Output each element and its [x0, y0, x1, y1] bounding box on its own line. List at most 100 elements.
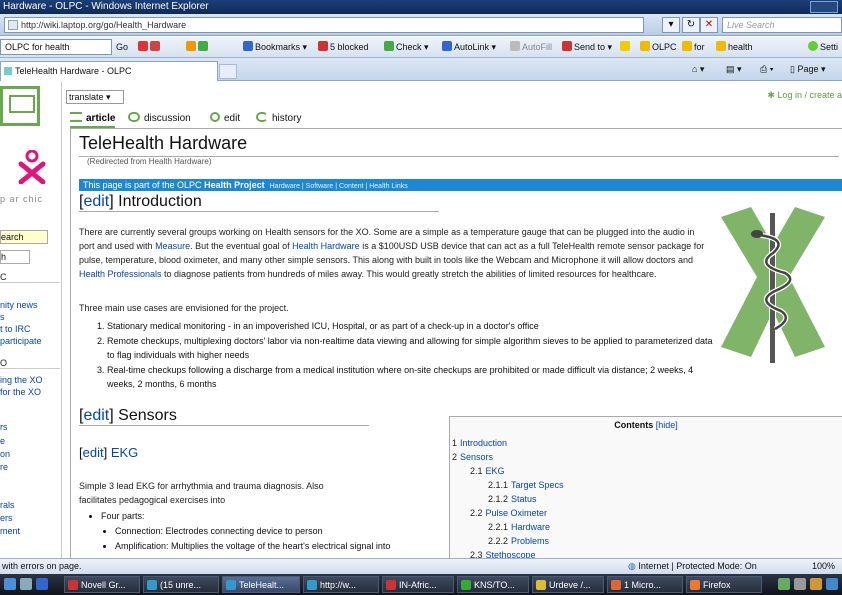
tab-edit[interactable]: edit	[210, 112, 240, 126]
show-desktop-icon[interactable]	[20, 578, 32, 590]
taskbar-button[interactable]: TeleHealt...	[222, 576, 300, 593]
star-icon	[243, 41, 253, 51]
ekg-parts-list: Four parts: Connection: Electrodes conne…	[93, 509, 413, 554]
olpc-laptop-logo[interactable]	[0, 86, 40, 126]
list-item: Stationary medical monitoring - in an im…	[107, 319, 713, 333]
live-search-input[interactable]: Live Search	[722, 17, 842, 33]
start-icon[interactable]	[4, 578, 16, 590]
popup-blocker-button[interactable]: 5 blocked	[318, 41, 369, 53]
sidebar-link[interactable]: re	[0, 462, 8, 473]
sidebar-link[interactable]: t to IRC	[0, 324, 31, 335]
check-button[interactable]: Check ▾	[384, 41, 429, 53]
toc-item-2-1-2[interactable]: 2.1.2 Status	[488, 493, 537, 505]
taskbar-button[interactable]: IN-Afric...	[382, 576, 454, 593]
sidebar-link[interactable]: participate	[0, 336, 42, 347]
toc-item-2-2[interactable]: 2.2 Pulse Oximeter	[470, 507, 547, 519]
health-hardware-link[interactable]: Health Hardware	[292, 241, 360, 251]
stop-icon[interactable]: ✕	[700, 17, 718, 33]
autofill-button[interactable]: AutoFill	[510, 41, 552, 53]
minimize-button[interactable]	[810, 1, 838, 13]
tray-app-icon[interactable]	[826, 578, 838, 590]
sidebar-link[interactable]: s	[0, 312, 5, 323]
toc-item-2-1-1[interactable]: 2.1.1 Target Specs	[488, 479, 564, 491]
toc-item-2[interactable]: 2 Sensors	[452, 451, 493, 463]
xo-logo-icon[interactable]	[18, 150, 46, 184]
taskbar-button[interactable]: Firefox	[686, 576, 762, 593]
taskbar-button[interactable]: Urdeve /...	[532, 576, 604, 593]
toc-item-2-1[interactable]: 2.1 EKG	[470, 465, 505, 477]
taskbar-button[interactable]: Novell Gr...	[64, 576, 140, 593]
sidebar-link[interactable]: for the XO	[0, 387, 41, 398]
tab-row: TeleHealth Hardware - OLPC ⌂ ▾ ▤ ▾ ⎙ ▾ ▯…	[0, 58, 842, 81]
gmail-icon[interactable]	[138, 41, 162, 53]
tab-telehealth[interactable]: TeleHealth Hardware - OLPC	[0, 61, 218, 81]
status-bar: with errors on page. ◍ Internet | Protec…	[0, 558, 842, 574]
edit-section-link[interactable]: edit	[83, 407, 109, 424]
sidebar-link[interactable]: ing the XO	[0, 375, 43, 386]
sidebar-link[interactable]: nity news	[0, 300, 38, 311]
home-icon[interactable]: ⌂ ▾	[692, 62, 704, 76]
taskbar-button[interactable]: 1 Micro...	[607, 576, 683, 593]
sidebar-link[interactable]: on	[0, 449, 10, 460]
send-to-button[interactable]: Send to ▾	[562, 41, 612, 53]
security-zone[interactable]: ◍ Internet | Protected Mode: On	[628, 559, 757, 574]
print-icon[interactable]: ⎙ ▾	[760, 62, 773, 76]
dropdown-arrow-icon[interactable]: ▾	[662, 17, 680, 33]
taskbar-button[interactable]: (15 unre...	[143, 576, 219, 593]
tray-network-icon[interactable]	[778, 578, 790, 590]
project-links[interactable]: Hardware | Software | Content | Health L…	[270, 183, 408, 190]
tab-article[interactable]: article	[70, 112, 116, 128]
project-banner: This page is part of the OLPC Health Pro…	[79, 179, 842, 191]
toc-hide-link[interactable]: [hide]	[656, 420, 678, 430]
sidebar-link[interactable]: e	[0, 436, 5, 447]
toc-item-2-2-2[interactable]: 2.2.2 Problems	[488, 535, 549, 547]
refresh-icon[interactable]: ↻	[682, 17, 700, 33]
tab-discussion[interactable]: discussion	[128, 112, 191, 126]
address-bar[interactable]: http://wiki.laptop.org/go/Health_Hardwar…	[4, 17, 644, 33]
tab-history[interactable]: history	[256, 112, 301, 126]
olpc-button[interactable]: OLPC	[640, 41, 677, 53]
toolbar-go-button[interactable]: Go	[116, 41, 128, 53]
zoom-level[interactable]: 100%	[812, 559, 835, 574]
taskbar-button[interactable]: KNS/TO...	[457, 576, 529, 593]
toc-item-2-2-1[interactable]: 2.2.1 Hardware	[488, 521, 550, 533]
settings-button[interactable]: Setti	[808, 41, 838, 53]
language-select[interactable]: translate ▾	[66, 90, 124, 104]
health-button[interactable]: health	[716, 41, 753, 53]
autolink-button[interactable]: AutoLink ▾	[442, 41, 496, 53]
toc-item-2-3[interactable]: 2.3 Stethoscope	[470, 549, 536, 558]
sidebar-heading: O	[0, 358, 60, 369]
sidebar-link[interactable]: rs	[0, 422, 8, 433]
toolbar-search-input[interactable]: OLPC for health	[0, 39, 112, 55]
toc-item-1[interactable]: 1 Introduction	[452, 437, 507, 449]
new-tab-button[interactable]	[219, 64, 237, 79]
toc-title: Contents [hide]	[614, 420, 678, 430]
tab-favicon-icon	[4, 67, 12, 75]
edit-section-link[interactable]: edit	[83, 445, 104, 460]
tray-app-icon[interactable]	[810, 578, 822, 590]
ie-quicklaunch-icon[interactable]	[36, 578, 48, 590]
sidebar-search-button[interactable]: h	[0, 250, 30, 264]
page-menu-button[interactable]: ▯ Page ▾	[790, 62, 826, 76]
globe-icon: ◍	[628, 561, 636, 571]
redirect-note: (Redirected from Health Hardware)	[87, 157, 212, 166]
sidebar-link[interactable]: ers	[0, 513, 13, 524]
tray-volume-icon[interactable]	[794, 578, 806, 590]
bookmarks-button[interactable]: Bookmarks ▾	[243, 41, 307, 53]
for-button[interactable]: for	[682, 41, 705, 53]
list-item: Amplification: Multiplies the voltage of…	[115, 539, 413, 554]
discussion-icon	[128, 112, 140, 122]
edit-section-link[interactable]: edit	[83, 193, 109, 210]
sidebar-link[interactable]: rals	[0, 500, 15, 511]
highlight-icon[interactable]	[620, 41, 632, 53]
sidebar-search-input[interactable]: earch	[0, 230, 48, 244]
extras-icon[interactable]	[186, 41, 210, 53]
autofill-icon	[510, 41, 520, 51]
taskbar-button[interactable]: http://w...	[303, 576, 379, 593]
sidebar-link[interactable]: ment	[0, 526, 20, 537]
project-link[interactable]: Health Project	[204, 180, 265, 190]
login-link[interactable]: ✱ Log in / create a	[767, 90, 842, 101]
measure-link[interactable]: Measure	[155, 241, 190, 251]
health-professionals-link[interactable]: Health Professionals	[79, 269, 162, 279]
feeds-icon[interactable]: ▤ ▾	[726, 62, 742, 76]
